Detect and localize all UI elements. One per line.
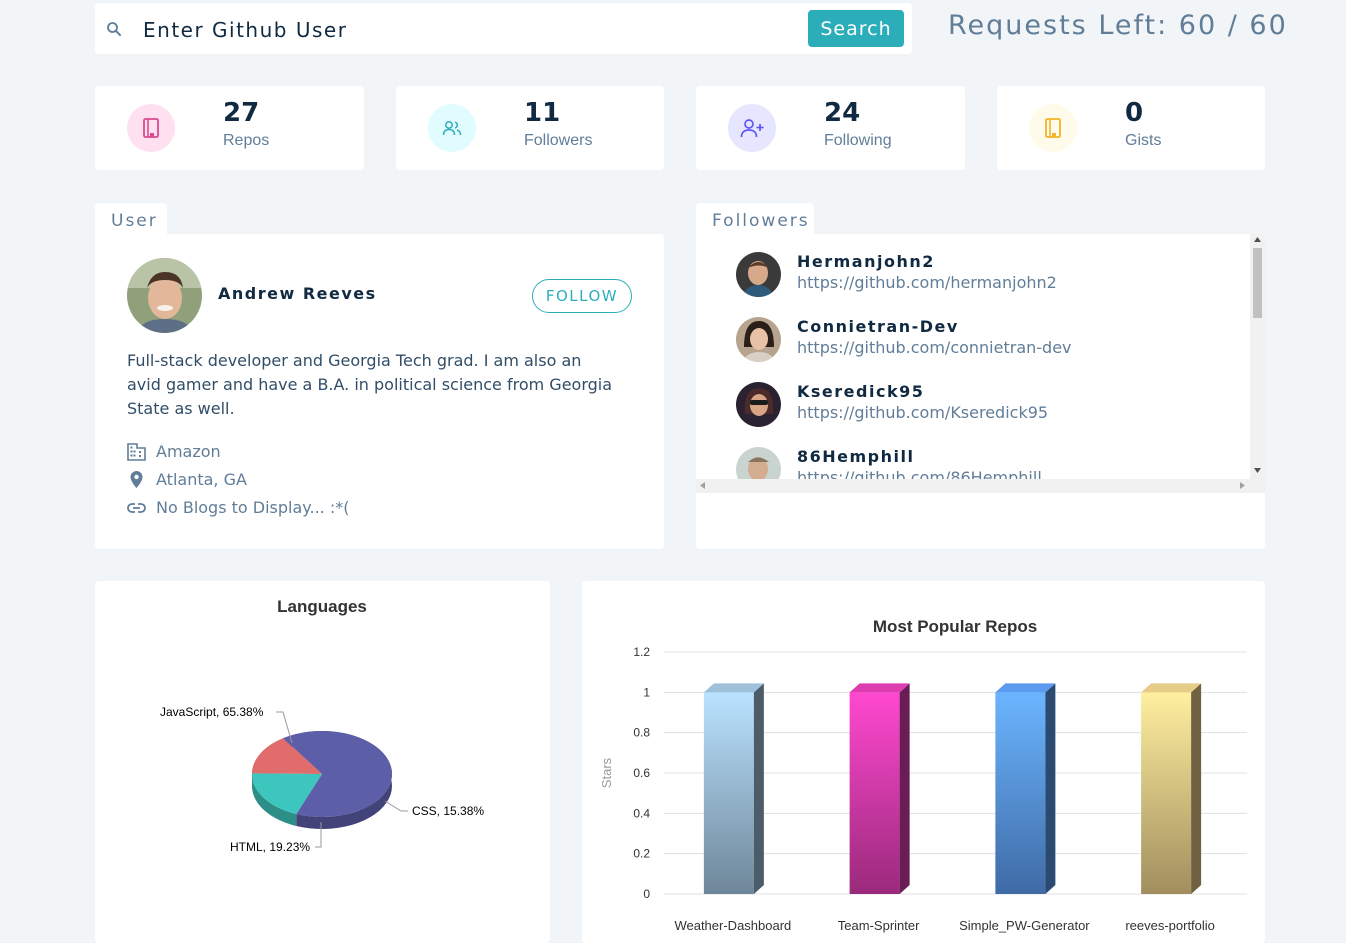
user-card: Andrew Reeves FOLLOW Full-stack develope… xyxy=(95,234,664,549)
user-name: Andrew Reeves xyxy=(218,284,377,303)
location-pin-icon xyxy=(130,471,143,488)
avatar xyxy=(127,258,202,333)
search-bar: Search xyxy=(95,3,912,54)
horizontal-scrollbar[interactable] xyxy=(696,479,1265,493)
followers-label: Followers xyxy=(524,132,593,149)
bar-side xyxy=(899,683,910,894)
link-icon xyxy=(127,502,146,513)
scroll-left-arrow-icon[interactable] xyxy=(700,482,705,489)
vertical-scrollbar[interactable] xyxy=(1250,234,1265,479)
follower-avatar xyxy=(736,447,781,479)
bar xyxy=(1141,692,1192,894)
company-row: Amazon xyxy=(127,442,221,461)
search-icon xyxy=(107,22,121,36)
y-tick-label: 1.2 xyxy=(633,645,650,659)
bar xyxy=(703,692,754,894)
follow-button[interactable]: FOLLOW xyxy=(532,279,632,313)
stat-card-followers: 11 Followers xyxy=(396,86,664,170)
location-text: Atlanta, GA xyxy=(156,470,247,489)
pie-slice-label: JavaScript, 65.38% xyxy=(160,705,264,719)
scroll-down-arrow-icon[interactable] xyxy=(1254,468,1261,473)
y-tick-label: 0.2 xyxy=(633,847,650,861)
requests-left: Requests Left: 60 / 60 xyxy=(948,10,1288,41)
x-tick-label: Team-Sprinter xyxy=(838,918,920,933)
repos-label: Repos xyxy=(223,132,270,149)
follower-avatar xyxy=(736,317,781,362)
followers-card: Hermanjohn2 https://github.com/hermanjoh… xyxy=(696,234,1265,549)
repos-count: 27 xyxy=(223,98,260,128)
user-bio: Full-stack developer and Georgia Tech gr… xyxy=(127,351,613,418)
followers-count: 11 xyxy=(524,98,561,128)
pie-slice-label: HTML, 19.23% xyxy=(230,840,310,854)
search-button[interactable]: Search xyxy=(808,10,904,47)
gist-book-icon xyxy=(1029,104,1077,152)
bar xyxy=(849,692,900,894)
stat-card-repos: 27 Repos xyxy=(95,86,364,170)
bar xyxy=(995,692,1046,894)
follower-url[interactable]: https://github.com/Kseredick95 xyxy=(797,403,1048,422)
y-tick-label: 0.4 xyxy=(633,806,650,820)
tab-followers: Followers xyxy=(696,203,814,235)
bar-top xyxy=(995,683,1056,693)
languages-chart-panel: Languages JavaScript, 65.38% CSS, 15.38% H… xyxy=(95,581,550,943)
follower-avatar xyxy=(736,382,781,427)
bar-side xyxy=(753,683,764,894)
follower-item[interactable]: Kseredick95 https://github.com/Kseredick… xyxy=(736,382,1236,432)
following-label: Following xyxy=(824,132,892,149)
bar-top xyxy=(849,683,910,693)
languages-pie-chart: JavaScript, 65.38% CSS, 15.38% HTML, 19.23… xyxy=(160,705,484,854)
x-tick-label: reeves-portfolio xyxy=(1125,918,1215,933)
bar-side xyxy=(1191,683,1202,894)
follower-name: Kseredick95 xyxy=(797,382,925,401)
repo-book-icon xyxy=(127,104,175,152)
y-axis-label: Stars xyxy=(599,757,614,788)
scroll-up-arrow-icon[interactable] xyxy=(1254,237,1261,242)
search-input[interactable] xyxy=(141,11,795,49)
repos-chart-panel: Most Popular Repos 0 0.2 0.4 0.6 0.8 1 1.2 Star… xyxy=(582,581,1265,943)
follower-avatar xyxy=(736,252,781,297)
stat-card-following: 24 Following xyxy=(696,86,965,170)
scrollbar-thumb[interactable] xyxy=(1253,248,1262,318)
follower-item[interactable]: Hermanjohn2 https://github.com/hermanjoh… xyxy=(736,252,1236,302)
follower-name: Hermanjohn2 xyxy=(797,252,935,271)
y-tick-label: 0.6 xyxy=(633,766,650,780)
bar-side xyxy=(1045,683,1056,894)
y-tick-label: 1 xyxy=(643,685,650,699)
followers-icon xyxy=(428,104,476,152)
followers-list[interactable]: Hermanjohn2 https://github.com/hermanjoh… xyxy=(696,234,1250,479)
company-text: Amazon xyxy=(156,442,221,461)
tab-user: User xyxy=(95,203,167,235)
bar-top xyxy=(1141,683,1202,693)
follower-url[interactable]: https://github.com/86Hemphill xyxy=(797,468,1042,479)
pie-slice-label: CSS, 15.38% xyxy=(412,804,484,818)
gists-count: 0 xyxy=(1125,98,1144,128)
location-row: Atlanta, GA xyxy=(127,470,247,489)
blog-row: No Blogs to Display... :*( xyxy=(127,498,349,517)
stat-card-gists: 0 Gists xyxy=(997,86,1265,170)
bar-top xyxy=(703,683,764,693)
blog-text[interactable]: No Blogs to Display... :*( xyxy=(156,498,349,517)
x-tick-label: Weather-Dashboard xyxy=(674,918,791,933)
follower-name: Connietran-Dev xyxy=(797,317,959,336)
pie-leader-line xyxy=(384,800,408,812)
user-plus-icon xyxy=(728,104,776,152)
follower-name: 86Hemphill xyxy=(797,447,915,466)
follower-url[interactable]: https://github.com/connietran-dev xyxy=(797,338,1072,357)
company-icon xyxy=(127,442,146,461)
follower-url[interactable]: https://github.com/hermanjohn2 xyxy=(797,273,1057,292)
scroll-right-arrow-icon[interactable] xyxy=(1240,482,1245,489)
x-tick-label: Simple_PW-Generator xyxy=(959,918,1090,933)
following-count: 24 xyxy=(824,98,861,128)
y-tick-label: 0.8 xyxy=(633,726,650,740)
y-tick-label: 0 xyxy=(643,887,650,901)
repos-bar-chart: 0 0.2 0.4 0.6 0.8 1 1.2 Stars Weather-Dashboard T… xyxy=(599,645,1247,933)
follower-item[interactable]: Connietran-Dev https://github.com/connie… xyxy=(736,317,1236,367)
gists-label: Gists xyxy=(1125,132,1162,149)
follower-item[interactable]: 86Hemphill https://github.com/86Hemphill xyxy=(736,447,1236,479)
